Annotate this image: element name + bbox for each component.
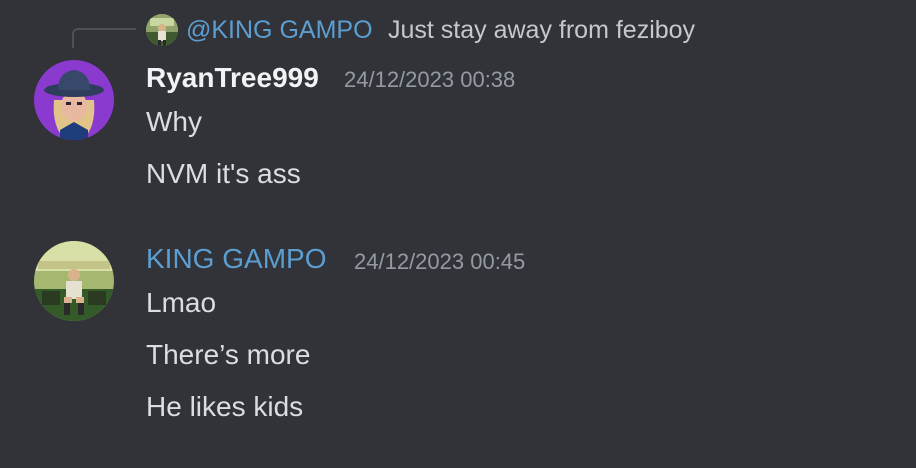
message-content: He likes kids	[146, 391, 304, 422]
message-list: @KING GAMPO Just stay away from feziboy …	[0, 0, 916, 468]
message-content: There’s more	[146, 339, 311, 370]
message-author[interactable]: RyanTree999	[146, 60, 319, 96]
reply-author-mention[interactable]: @KING GAMPO	[186, 14, 373, 46]
reply-avatar[interactable]	[146, 14, 178, 46]
avatar-image-icon	[34, 60, 114, 140]
message-content: NVM it's ass	[146, 158, 301, 189]
message-author[interactable]: KING GAMPO	[146, 241, 326, 277]
avatar-image-icon	[34, 241, 114, 321]
avatar[interactable]	[34, 241, 114, 321]
reply-preview[interactable]: @KING GAMPO Just stay away from feziboy	[0, 0, 916, 60]
reply-content[interactable]: Just stay away from feziboy	[388, 14, 695, 46]
message-content: Why	[146, 106, 202, 137]
message-timestamp[interactable]: 24/12/2023 00:38	[344, 62, 515, 98]
message-timestamp[interactable]: 24/12/2023 00:45	[354, 244, 525, 280]
avatar-image-icon	[146, 14, 178, 46]
message-content: Lmao	[146, 287, 217, 318]
avatar[interactable]	[34, 60, 114, 140]
reply-spine	[72, 28, 136, 48]
